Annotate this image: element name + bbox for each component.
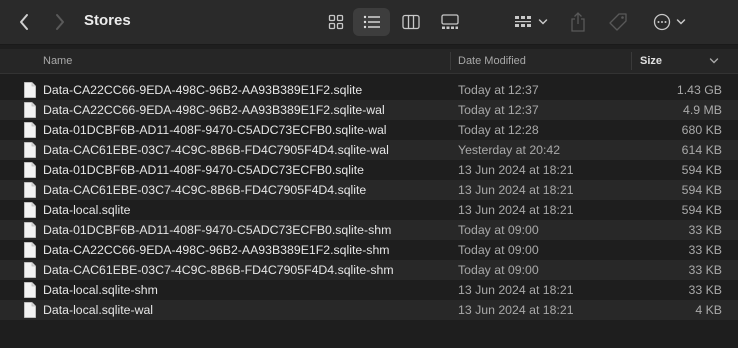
file-size: 1.43 GB — [676, 83, 722, 97]
document-icon — [24, 282, 36, 298]
document-icon — [24, 222, 36, 238]
document-icon — [24, 262, 36, 278]
file-size: 33 KB — [688, 263, 723, 277]
column-divider[interactable] — [631, 52, 632, 70]
document-icon — [24, 142, 36, 158]
document-icon — [24, 82, 36, 98]
group-icon — [515, 16, 531, 27]
document-icon — [24, 302, 36, 318]
file-size: 680 KB — [681, 123, 722, 137]
file-date-modified: Today at 09:00 — [458, 243, 539, 257]
file-name: Data-01DCBF6B-AD11-408F-9470-C5ADC73ECFB… — [43, 163, 364, 177]
list-icon — [363, 15, 380, 29]
chevron-down-icon — [538, 19, 548, 25]
file-row[interactable]: Data-CAC61EBE-03C7-4C9C-8B6B-FD4C7905F4D… — [0, 180, 738, 200]
icon-grid-icon — [328, 14, 344, 30]
chevron-down-icon — [709, 58, 719, 64]
file-row[interactable]: Data-local.sqlite 13 Jun 2024 at 18:21 594… — [0, 200, 738, 220]
file-size: 33 KB — [688, 223, 723, 237]
document-icon — [24, 122, 36, 138]
file-list: Data-CA22CC66-9EDA-498C-96B2-AA93B389E1F… — [0, 80, 738, 320]
list-view-button[interactable] — [353, 8, 390, 36]
file-row[interactable]: Data-local.sqlite-shm 13 Jun 2024 at 18:2… — [0, 280, 738, 300]
file-size: 594 KB — [681, 203, 722, 217]
file-row[interactable]: Data-01DCBF6B-AD11-408F-9470-C5ADC73ECFB… — [0, 120, 738, 140]
file-row[interactable]: Data-01DCBF6B-AD11-408F-9470-C5ADC73ECFB… — [0, 220, 738, 240]
file-date-modified: 13 Jun 2024 at 18:21 — [458, 183, 574, 197]
column-header: Name Date Modified Size — [0, 49, 738, 74]
file-name: Data-CAC61EBE-03C7-4C9C-8B6B-FD4C7905F4D… — [43, 263, 394, 277]
file-name: Data-CA22CC66-9EDA-498C-96B2-AA93B389E1F… — [43, 83, 363, 97]
file-name: Data-CA22CC66-9EDA-498C-96B2-AA93B389E1F… — [43, 103, 385, 117]
group-by-button[interactable] — [510, 8, 552, 36]
document-icon — [24, 242, 36, 258]
file-date-modified: Today at 12:37 — [458, 83, 539, 97]
column-header-date[interactable]: Date Modified — [458, 49, 526, 73]
sort-chevron[interactable] — [709, 49, 719, 73]
icon-view-button[interactable] — [322, 8, 350, 36]
file-date-modified: Today at 09:00 — [458, 223, 539, 237]
tag-button[interactable] — [605, 8, 631, 36]
column-view-button[interactable] — [398, 8, 424, 36]
file-row[interactable]: Data-CA22CC66-9EDA-498C-96B2-AA93B389E1F… — [0, 240, 738, 260]
file-size: 4.9 MB — [683, 103, 722, 117]
file-name: Data-CA22CC66-9EDA-498C-96B2-AA93B389E1F… — [43, 243, 390, 257]
share-button[interactable] — [566, 8, 590, 36]
window-title: Stores — [84, 12, 131, 29]
column-divider[interactable] — [450, 52, 451, 70]
file-name: Data-01DCBF6B-AD11-408F-9470-C5ADC73ECFB… — [43, 223, 392, 237]
file-row[interactable]: Data-local.sqlite-wal 13 Jun 2024 at 18:2… — [0, 300, 738, 320]
file-date-modified: 13 Jun 2024 at 18:21 — [458, 163, 574, 177]
finder-window: Stores Name Date Modified Size Data-CA22… — [0, 0, 738, 348]
file-size: 594 KB — [681, 163, 722, 177]
more-icon — [653, 13, 670, 31]
file-date-modified: Today at 09:00 — [458, 263, 539, 277]
file-row[interactable]: Data-01DCBF6B-AD11-408F-9470-C5ADC73ECFB… — [0, 160, 738, 180]
file-date-modified: Today at 12:37 — [458, 103, 539, 117]
file-name: Data-local.sqlite — [43, 203, 131, 217]
file-date-modified: Yesterday at 20:42 — [458, 143, 561, 157]
file-row[interactable]: Data-CA22CC66-9EDA-498C-96B2-AA93B389E1F… — [0, 80, 738, 100]
file-size: 33 KB — [688, 243, 723, 257]
file-date-modified: 13 Jun 2024 at 18:21 — [458, 203, 574, 217]
file-date-modified: 13 Jun 2024 at 18:21 — [458, 303, 574, 317]
columns-icon — [402, 14, 420, 30]
file-name: Data-local.sqlite-wal — [43, 303, 154, 317]
toolbar: Stores — [0, 0, 738, 45]
back-button[interactable] — [12, 8, 36, 36]
file-name: Data-CAC61EBE-03C7-4C9C-8B6B-FD4C7905F4D… — [43, 143, 389, 157]
column-header-name[interactable]: Name — [43, 49, 72, 73]
document-icon — [24, 162, 36, 178]
more-actions-button[interactable] — [648, 8, 690, 36]
file-size: 614 KB — [681, 143, 722, 157]
column-header-size[interactable]: Size — [640, 49, 662, 73]
chevron-left-icon — [20, 14, 28, 30]
file-name: Data-01DCBF6B-AD11-408F-9470-C5ADC73ECFB… — [43, 123, 387, 137]
file-row[interactable]: Data-CAC61EBE-03C7-4C9C-8B6B-FD4C7905F4D… — [0, 260, 738, 280]
tag-icon — [609, 13, 627, 31]
file-row[interactable]: Data-CA22CC66-9EDA-498C-96B2-AA93B389E1F… — [0, 100, 738, 120]
file-date-modified: Today at 12:28 — [458, 123, 539, 137]
file-size: 33 KB — [688, 283, 723, 297]
document-icon — [24, 182, 36, 198]
file-size: 594 KB — [681, 183, 722, 197]
chevron-right-icon — [56, 14, 64, 30]
file-row[interactable]: Data-CAC61EBE-03C7-4C9C-8B6B-FD4C7905F4D… — [0, 140, 738, 160]
document-icon — [24, 202, 36, 218]
file-date-modified: 13 Jun 2024 at 18:21 — [458, 283, 574, 297]
gallery-icon — [441, 14, 459, 29]
chevron-down-icon — [676, 19, 685, 25]
file-size: 4 KB — [695, 303, 722, 317]
file-name: Data-local.sqlite-shm — [43, 283, 158, 297]
file-name: Data-CAC61EBE-03C7-4C9C-8B6B-FD4C7905F4D… — [43, 183, 367, 197]
forward-button[interactable] — [48, 8, 72, 36]
gallery-view-button[interactable] — [436, 8, 464, 36]
share-icon — [571, 12, 585, 32]
document-icon — [24, 102, 36, 118]
